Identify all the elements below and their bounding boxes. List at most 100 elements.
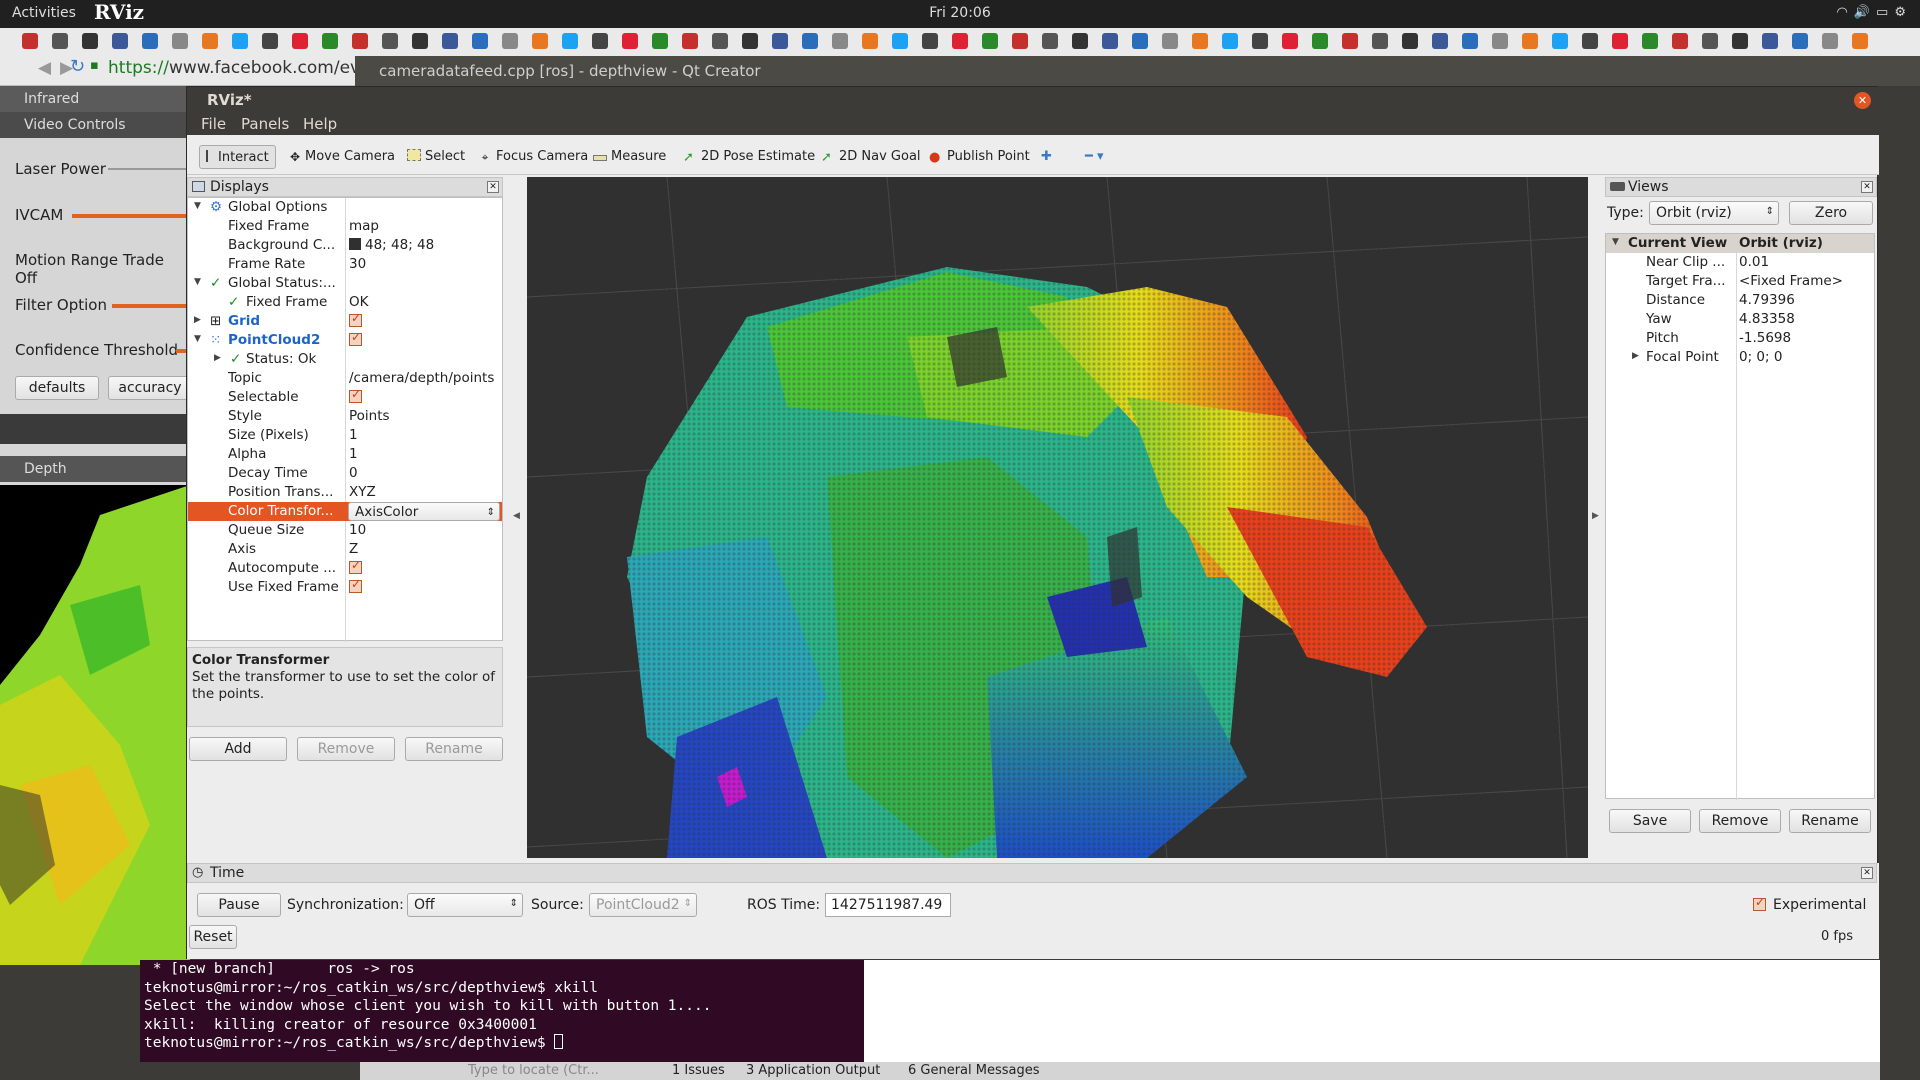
tab-favicon-icon[interactable] xyxy=(1042,33,1058,49)
accuracy-button[interactable]: accuracy xyxy=(108,376,192,400)
tree-row-axis[interactable]: Axis Z xyxy=(188,540,502,559)
rename-display-button[interactable]: Rename xyxy=(405,737,503,761)
views-tree[interactable]: ▼ Current View Orbit (rviz) Near Clip ... 0… xyxy=(1605,233,1875,800)
tab-favicon-icon[interactable] xyxy=(802,33,818,49)
tab-favicon-icon[interactable] xyxy=(652,33,668,49)
tab-favicon-icon[interactable] xyxy=(82,33,98,49)
tree-row-color-transformer[interactable]: Color Transfor... AxisColor xyxy=(188,502,502,521)
add-display-button[interactable]: Add xyxy=(189,737,287,761)
expand-icon[interactable]: ▶ xyxy=(194,315,201,325)
close-icon[interactable]: ✕ xyxy=(487,181,499,193)
interact-tool[interactable]: Interact xyxy=(199,145,276,169)
tab-favicon-icon[interactable] xyxy=(1852,33,1868,49)
tree-row-status-ok[interactable]: ▶ ✓ Status: Ok xyxy=(188,350,502,369)
pointcloud-enabled-checkbox[interactable] xyxy=(349,330,362,346)
tree-value[interactable]: 0; 0; 0 xyxy=(1739,349,1782,365)
tab-favicon-icon[interactable] xyxy=(1612,33,1628,49)
use-fixed-frame-checkbox[interactable] xyxy=(349,577,362,593)
tree-row-background-color[interactable]: Background C... 48; 48; 48 xyxy=(188,236,502,255)
terminal[interactable]: * [new branch] ros -> ros teknotus@mirro… xyxy=(140,960,864,1062)
save-view-button[interactable]: Save xyxy=(1609,809,1691,833)
tab-favicon-icon[interactable] xyxy=(982,33,998,49)
select-tool[interactable]: Select xyxy=(401,145,471,169)
url-bar[interactable]: ◀ ▶ ↻ ▪ https://www.facebook.com/event xyxy=(38,56,388,82)
tree-value[interactable]: 4.83358 xyxy=(1739,311,1795,327)
tab-favicon-icon[interactable] xyxy=(1372,33,1388,49)
tab-favicon-icon[interactable] xyxy=(292,33,308,49)
tab-favicon-icon[interactable] xyxy=(172,33,188,49)
tab-favicon-icon[interactable] xyxy=(1552,33,1568,49)
back-icon[interactable]: ◀ xyxy=(38,58,51,78)
add-tool-icon[interactable]: ✚ xyxy=(1035,145,1058,169)
tree-value[interactable]: 1 xyxy=(349,427,358,443)
tab-favicon-icon[interactable] xyxy=(202,33,218,49)
tab-favicon-icon[interactable] xyxy=(1642,33,1658,49)
activities-button[interactable]: Activities xyxy=(12,5,76,21)
grid-enabled-checkbox[interactable] xyxy=(349,311,362,327)
close-icon[interactable]: ✕ xyxy=(1854,92,1871,109)
tab-favicon-icon[interactable] xyxy=(712,33,728,49)
remove-display-button[interactable]: Remove xyxy=(297,737,395,761)
tab-favicon-icon[interactable] xyxy=(1582,33,1598,49)
view-row-pitch[interactable]: Pitch -1.5698 xyxy=(1606,329,1874,348)
tab-favicon-icon[interactable] xyxy=(322,33,338,49)
ros-time-field[interactable]: 1427511987.49 xyxy=(825,893,951,917)
autocompute-checkbox[interactable] xyxy=(349,558,362,574)
selectable-checkbox[interactable] xyxy=(349,387,362,403)
move-camera-tool[interactable]: ✥ Move Camera xyxy=(283,145,401,169)
ivcam-slider[interactable] xyxy=(72,214,190,218)
tab-favicon-icon[interactable] xyxy=(1312,33,1328,49)
tree-row-global-options[interactable]: ▼ ⚙ Global Options xyxy=(188,198,502,217)
tab-favicon-icon[interactable] xyxy=(772,33,788,49)
reset-button[interactable]: Reset xyxy=(189,925,237,949)
view-row-distance[interactable]: Distance 4.79396 xyxy=(1606,291,1874,310)
tree-row-decay-time[interactable]: Decay Time 0 xyxy=(188,464,502,483)
color-transformer-dropdown[interactable]: AxisColor xyxy=(348,502,500,521)
expand-icon[interactable]: ▶ xyxy=(1632,351,1639,361)
defaults-button[interactable]: defaults xyxy=(15,376,99,400)
expand-icon[interactable]: ▼ xyxy=(194,277,201,287)
tab-favicon-icon[interactable] xyxy=(1732,33,1748,49)
publish-point-tool[interactable]: ● Publish Point xyxy=(923,145,1036,169)
tree-value[interactable]: 0 xyxy=(349,465,358,481)
menu-help[interactable]: Help xyxy=(303,115,337,133)
tab-favicon-icon[interactable] xyxy=(1702,33,1718,49)
tab-favicon-icon[interactable] xyxy=(892,33,908,49)
tab-favicon-icon[interactable] xyxy=(922,33,938,49)
wifi-icon[interactable]: ◠ xyxy=(1837,5,1854,20)
tab-favicon-icon[interactable] xyxy=(682,33,698,49)
expand-icon[interactable]: ▶ xyxy=(214,353,221,363)
battery-icon[interactable]: ▭ xyxy=(1876,5,1894,20)
menu-panels[interactable]: Panels xyxy=(241,115,289,133)
tree-value[interactable]: 4.79396 xyxy=(1739,292,1795,308)
tab-favicon-icon[interactable] xyxy=(1192,33,1208,49)
tab-favicon-icon[interactable] xyxy=(262,33,278,49)
tab-favicon-icon[interactable] xyxy=(472,33,488,49)
tree-row-pointcloud2[interactable]: ▼ ⁙ PointCloud2 xyxy=(188,330,502,350)
tab-favicon-icon[interactable] xyxy=(52,33,68,49)
zero-button[interactable]: Zero xyxy=(1789,201,1873,225)
application-output-tab[interactable]: 3 Application Output xyxy=(746,1063,880,1078)
tab-favicon-icon[interactable] xyxy=(952,33,968,49)
tab-favicon-icon[interactable] xyxy=(382,33,398,49)
general-messages-tab[interactable]: 6 General Messages xyxy=(908,1063,1040,1078)
tree-row-frame-rate[interactable]: Frame Rate 30 xyxy=(188,255,502,274)
rename-view-button[interactable]: Rename xyxy=(1789,809,1871,833)
tab-favicon-icon[interactable] xyxy=(1822,33,1838,49)
tab-favicon-icon[interactable] xyxy=(1522,33,1538,49)
tree-value[interactable]: /camera/depth/points xyxy=(349,370,494,386)
tree-row-queue-size[interactable]: Queue Size 10 xyxy=(188,521,502,540)
system-tray[interactable]: ◠🔊▭⚙ xyxy=(1837,5,1912,20)
clock[interactable]: Fri 20:06 xyxy=(928,5,992,21)
view-row-focal-point[interactable]: ▶ Focal Point 0; 0; 0 xyxy=(1606,348,1874,367)
tree-row-position-transformer[interactable]: Position Trans... XYZ xyxy=(188,483,502,502)
expand-icon[interactable]: ▼ xyxy=(1612,237,1619,247)
tab-favicon-icon[interactable] xyxy=(832,33,848,49)
focus-camera-tool[interactable]: ⌖ Focus Camera xyxy=(472,145,594,169)
pause-button[interactable]: Pause xyxy=(197,893,281,917)
tree-value[interactable]: 48; 48; 48 xyxy=(349,237,434,253)
view-row-yaw[interactable]: Yaw 4.83358 xyxy=(1606,310,1874,329)
tree-row-fixed-frame[interactable]: Fixed Frame map xyxy=(188,217,502,236)
measure-tool[interactable]: Measure xyxy=(587,145,672,169)
tree-value[interactable]: XYZ xyxy=(349,484,376,500)
